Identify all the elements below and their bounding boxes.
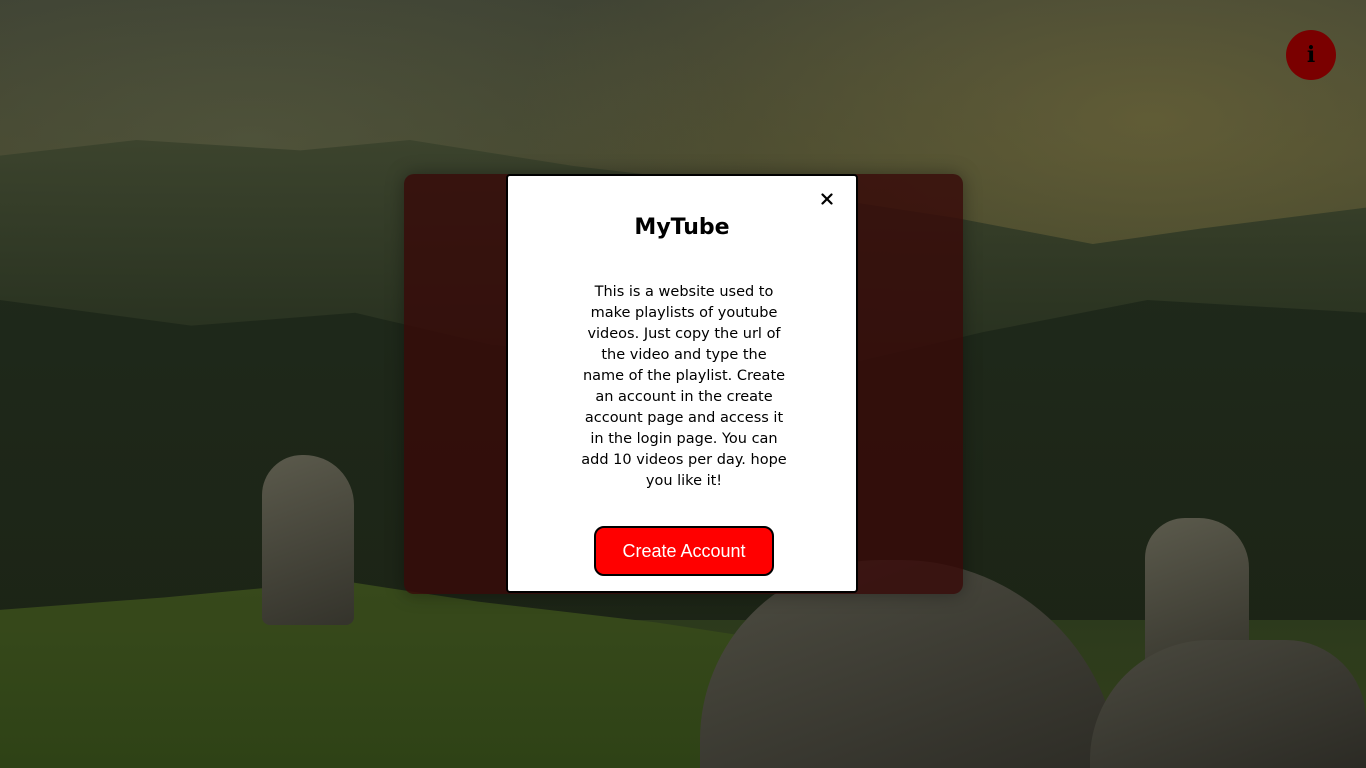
rock <box>1090 640 1366 768</box>
close-icon <box>821 193 833 205</box>
modal-description: This is a website used to make playlists… <box>581 284 787 489</box>
modal-title: MyTube <box>634 215 730 240</box>
rock <box>262 455 354 625</box>
info-icon: i <box>1306 42 1316 68</box>
info-button[interactable]: i <box>1286 30 1336 80</box>
close-button[interactable] <box>816 188 838 210</box>
page: i MyTube This is a website used to make … <box>0 0 1366 768</box>
create-account-button[interactable]: Create Account <box>594 526 774 576</box>
info-modal: MyTube This is a website used to make pl… <box>506 174 858 593</box>
